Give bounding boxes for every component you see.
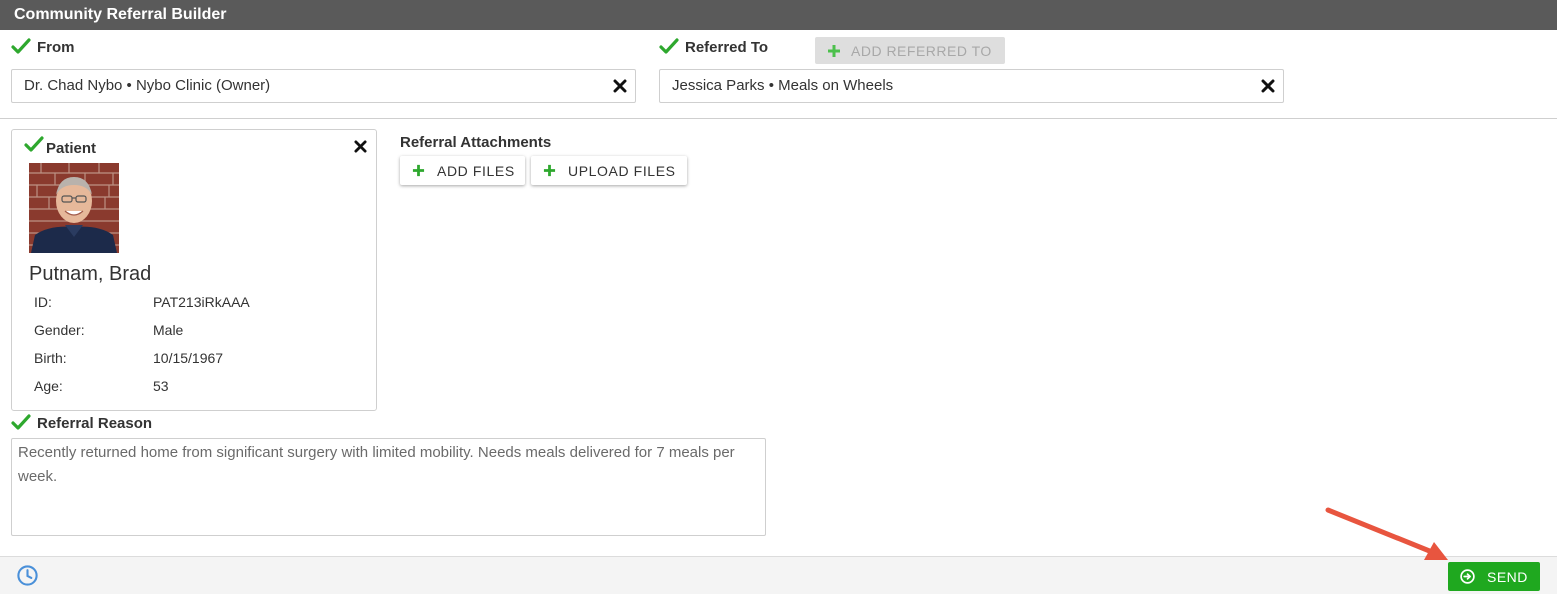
footer-bar	[0, 556, 1557, 594]
from-label: From	[37, 38, 75, 56]
plus-icon	[828, 44, 840, 57]
send-circle-arrow-icon	[1460, 569, 1475, 584]
close-icon[interactable]	[354, 140, 367, 153]
upload-files-label: UPLOAD FILES	[568, 162, 676, 179]
from-section-label: From	[11, 38, 75, 56]
close-icon[interactable]	[1261, 79, 1275, 93]
window-title: Community Referral Builder	[0, 0, 1557, 30]
patient-label: Patient	[46, 140, 97, 157]
patient-name: Putnam, Brad	[29, 263, 152, 285]
add-files-label: ADD FILES	[437, 162, 515, 179]
check-icon	[659, 38, 679, 54]
from-field[interactable]: Dr. Chad Nybo • Nybo Clinic (Owner)	[11, 69, 636, 103]
patient-gender-label: Gender:	[34, 322, 85, 338]
patient-gender-value: Male	[153, 322, 184, 338]
patient-card: Patient Putnam, Brad ID: PAT213iRkAAA Ge…	[11, 129, 377, 411]
referral-reason-section-label: Referral Reason	[11, 414, 152, 432]
referred-to-value: Jessica Parks • Meals on Wheels	[672, 77, 894, 94]
referral-reason-textarea[interactable]: Recently returned home from significant …	[11, 438, 766, 536]
check-icon	[11, 414, 31, 430]
close-icon[interactable]	[613, 79, 627, 93]
clock-icon[interactable]	[16, 564, 39, 587]
upload-files-button[interactable]: UPLOAD FILES	[531, 156, 687, 185]
send-label: SEND	[1487, 568, 1528, 585]
referred-to-field[interactable]: Jessica Parks • Meals on Wheels	[659, 69, 1284, 103]
patient-age-label: Age:	[34, 378, 63, 394]
patient-id-value: PAT213iRkAAA	[153, 294, 250, 310]
patient-photo	[29, 163, 119, 253]
plus-icon	[412, 164, 425, 177]
plus-icon	[543, 164, 556, 177]
referred-to-label: Referred To	[685, 38, 769, 56]
patient-id-label: ID:	[34, 294, 52, 310]
section-divider	[0, 118, 1557, 119]
referred-to-section-label: Referred To	[659, 38, 768, 56]
referral-attachments-label: Referral Attachments	[400, 134, 552, 151]
patient-age-value: 53	[153, 378, 169, 394]
send-button[interactable]: SEND	[1448, 562, 1540, 591]
from-value: Dr. Chad Nybo • Nybo Clinic (Owner)	[24, 77, 271, 94]
add-referred-to-button[interactable]: ADD REFERRED TO	[815, 37, 1005, 64]
patient-section-label: Patient	[24, 136, 96, 157]
check-icon	[24, 136, 44, 152]
add-files-button[interactable]: ADD FILES	[400, 156, 525, 185]
referral-reason-label: Referral Reason	[37, 414, 153, 432]
patient-birth-value: 10/15/1967	[153, 350, 224, 366]
add-referred-to-label: ADD REFERRED TO	[851, 42, 992, 59]
check-icon	[11, 38, 31, 54]
patient-birth-label: Birth:	[34, 350, 67, 366]
